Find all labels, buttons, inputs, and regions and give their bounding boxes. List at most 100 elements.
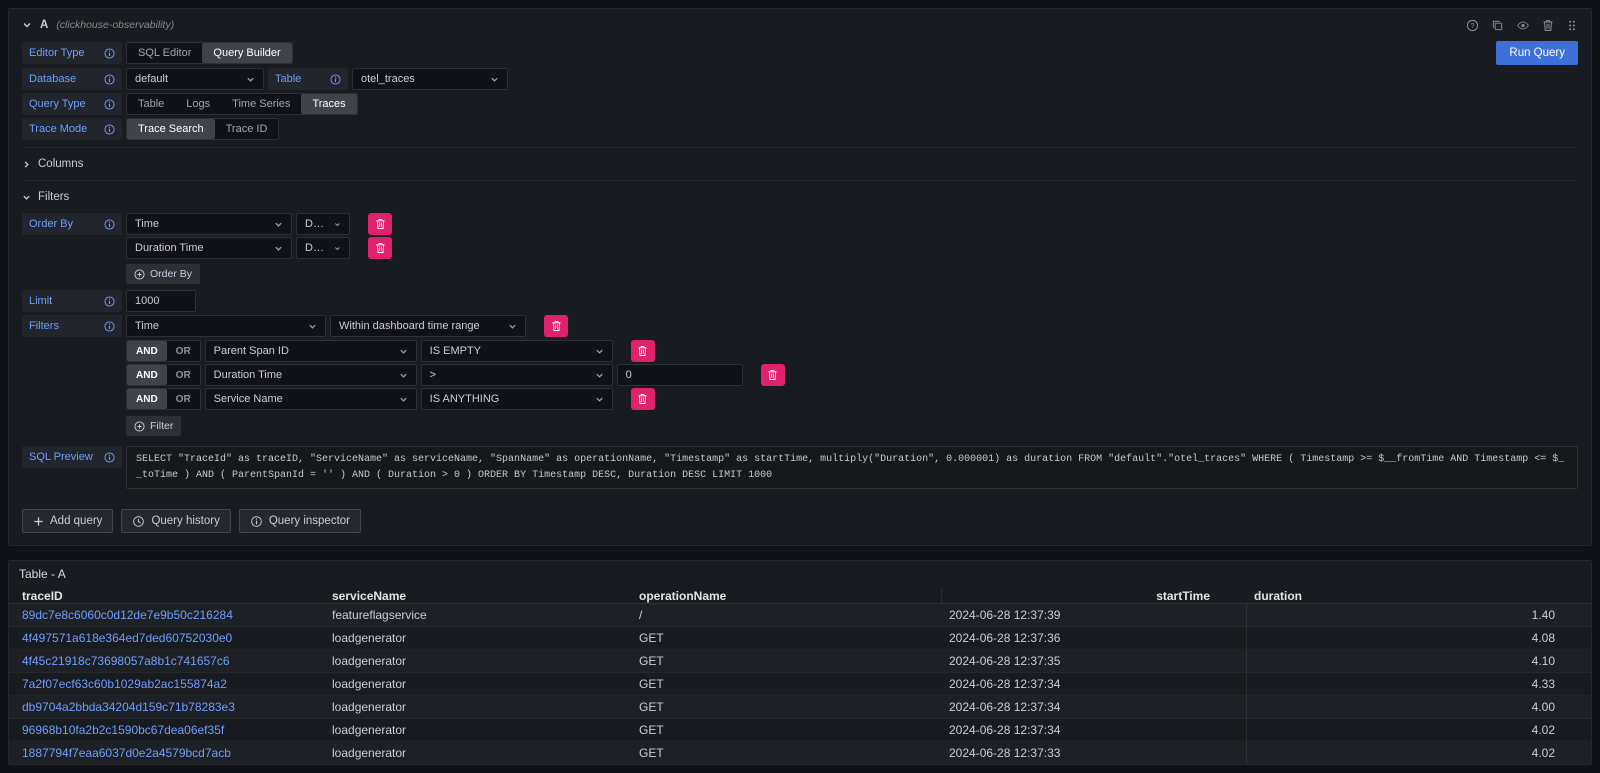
- editor-type-option[interactable]: Query Builder: [202, 43, 291, 63]
- filter-field-select[interactable]: Service Name: [205, 388, 417, 410]
- duration-cell: 4.33: [1246, 673, 1591, 695]
- columns-section: Columns: [22, 147, 1578, 173]
- table-column-header[interactable]: startTime: [941, 589, 1246, 603]
- trace-id-link[interactable]: 4f497571a618e364ed7ded60752030e0: [14, 631, 324, 645]
- table-panel: Table - A traceID serviceName operationN…: [8, 560, 1592, 765]
- chevron-down-icon: [334, 220, 341, 229]
- trace-id-link[interactable]: 89dc7e8c6060c0d12de7e9b50c216284: [14, 608, 324, 622]
- remove-filter-button[interactable]: [631, 340, 655, 362]
- chevron-down-icon: [399, 395, 408, 404]
- collapse-chevron-icon[interactable]: [22, 20, 32, 30]
- help-circle-icon[interactable]: ?: [1466, 19, 1479, 32]
- start-time-cell: 2024-06-28 12:37:39: [941, 608, 1246, 622]
- add-query-button[interactable]: Add query: [22, 509, 113, 533]
- order-by-direction-select[interactable]: DESC: [296, 213, 350, 235]
- filter-field-select[interactable]: Parent Span ID: [205, 340, 417, 362]
- order-by-label: Order By: [22, 213, 122, 235]
- add-order-by-button[interactable]: Order By: [126, 264, 200, 284]
- filter-operator-select[interactable]: >: [421, 364, 613, 386]
- order-by-direction-select[interactable]: DESC: [296, 237, 350, 259]
- trace-id-link[interactable]: db9704a2bbda34204d159c71b78283e3: [14, 700, 324, 714]
- info-icon[interactable]: [104, 296, 115, 307]
- filters-section-header[interactable]: Filters: [22, 188, 1578, 206]
- query-history-button[interactable]: Query history: [121, 509, 230, 533]
- sql-preview-label: SQL Preview: [22, 446, 122, 468]
- table-label: Table: [268, 68, 348, 90]
- remove-query-trash-icon[interactable]: [1542, 19, 1554, 32]
- panel-title: Table - A: [9, 567, 1591, 589]
- duplicate-query-icon[interactable]: [1491, 19, 1504, 32]
- query-editor-panel: A (clickhouse-observability) ?: [8, 8, 1592, 546]
- remove-filter-button[interactable]: [631, 388, 655, 410]
- filter-value-input[interactable]: [617, 364, 743, 386]
- table-select[interactable]: otel_traces: [352, 68, 508, 90]
- table-column-header[interactable]: duration: [1246, 589, 1591, 603]
- chevron-down-icon: [274, 220, 283, 229]
- editor-type-option[interactable]: SQL Editor: [127, 43, 202, 63]
- remove-order-by-button[interactable]: [368, 237, 392, 259]
- table-column-header[interactable]: operationName: [631, 589, 941, 603]
- limit-input[interactable]: [126, 290, 196, 312]
- time-filter-operator-select[interactable]: Within dashboard time range: [330, 315, 526, 337]
- filter-field-select[interactable]: Duration Time: [205, 364, 417, 386]
- query-type-option[interactable]: Table: [127, 94, 175, 114]
- info-icon[interactable]: [330, 74, 341, 85]
- order-by-field-select[interactable]: Time: [126, 213, 292, 235]
- chevron-down-icon: [595, 347, 604, 356]
- table-row: 4f45c21918c73698057a8b1c741657c6 loadgen…: [9, 650, 1591, 673]
- chevron-right-icon: [22, 160, 31, 169]
- add-filter-button[interactable]: Filter: [126, 416, 181, 436]
- query-type-option[interactable]: Time Series: [221, 94, 301, 114]
- trace-mode-label: Trace Mode: [22, 118, 122, 140]
- conjunction-toggle: AND OR: [126, 364, 201, 386]
- filter-operator-select[interactable]: IS ANYTHING: [421, 388, 613, 410]
- start-time-cell: 2024-06-28 12:37:34: [941, 723, 1246, 737]
- info-icon[interactable]: [104, 99, 115, 110]
- start-time-cell: 2024-06-28 12:37:36: [941, 631, 1246, 645]
- or-option[interactable]: OR: [167, 389, 200, 409]
- time-filter-field-select[interactable]: Time: [126, 315, 326, 337]
- trace-mode-option[interactable]: Trace Search: [127, 119, 215, 139]
- query-type-label: Query Type: [22, 93, 122, 115]
- chevron-down-icon: [334, 244, 341, 253]
- remove-time-filter-button[interactable]: [544, 315, 568, 337]
- remove-filter-button[interactable]: [761, 364, 785, 386]
- operation-name-cell: GET: [631, 654, 941, 668]
- start-time-cell: 2024-06-28 12:37:33: [941, 746, 1246, 760]
- trace-id-link[interactable]: 96968b10fa2b2c1590bc67dea06ef35f: [14, 723, 324, 737]
- operation-name-cell: GET: [631, 746, 941, 760]
- trace-mode-option[interactable]: Trace ID: [215, 119, 279, 139]
- and-option[interactable]: AND: [127, 365, 167, 385]
- table-column-header[interactable]: traceID: [14, 589, 324, 603]
- table-column-header[interactable]: serviceName: [324, 589, 631, 603]
- datasource-name: (clickhouse-observability): [56, 19, 174, 31]
- query-type-option[interactable]: Logs: [175, 94, 221, 114]
- info-icon[interactable]: [104, 452, 115, 463]
- and-option[interactable]: AND: [127, 389, 167, 409]
- trace-id-link[interactable]: 7a2f07ecf63c60b1029ab2ac155874a2: [14, 677, 324, 691]
- remove-order-by-button[interactable]: [368, 213, 392, 235]
- trace-id-link[interactable]: 1887794f7eaa6037d0e2a4579bcd7acb: [14, 746, 324, 760]
- and-option[interactable]: AND: [127, 341, 167, 361]
- info-icon[interactable]: [104, 48, 115, 59]
- info-icon[interactable]: [104, 124, 115, 135]
- duration-cell: 4.08: [1246, 627, 1591, 649]
- order-by-field-select[interactable]: Duration Time: [126, 237, 292, 259]
- chevron-down-icon: [399, 371, 408, 380]
- database-select[interactable]: default: [126, 68, 264, 90]
- run-query-button[interactable]: Run Query: [1496, 41, 1578, 65]
- trace-id-link[interactable]: 4f45c21918c73698057a8b1c741657c6: [14, 654, 324, 668]
- query-inspector-button[interactable]: Query inspector: [239, 509, 361, 533]
- or-option[interactable]: OR: [167, 341, 200, 361]
- drag-handle-icon[interactable]: [1566, 19, 1578, 32]
- info-icon[interactable]: [104, 219, 115, 230]
- columns-section-header[interactable]: Columns: [22, 155, 1578, 173]
- query-type-option[interactable]: Traces: [301, 94, 356, 114]
- eye-icon[interactable]: [1516, 19, 1530, 32]
- database-table-row: Database default Table otel_traces: [22, 68, 1578, 90]
- conjunction-toggle: AND OR: [126, 340, 201, 362]
- or-option[interactable]: OR: [167, 365, 200, 385]
- filter-operator-select[interactable]: IS EMPTY: [421, 340, 613, 362]
- info-icon[interactable]: [104, 74, 115, 85]
- info-icon[interactable]: [104, 321, 115, 332]
